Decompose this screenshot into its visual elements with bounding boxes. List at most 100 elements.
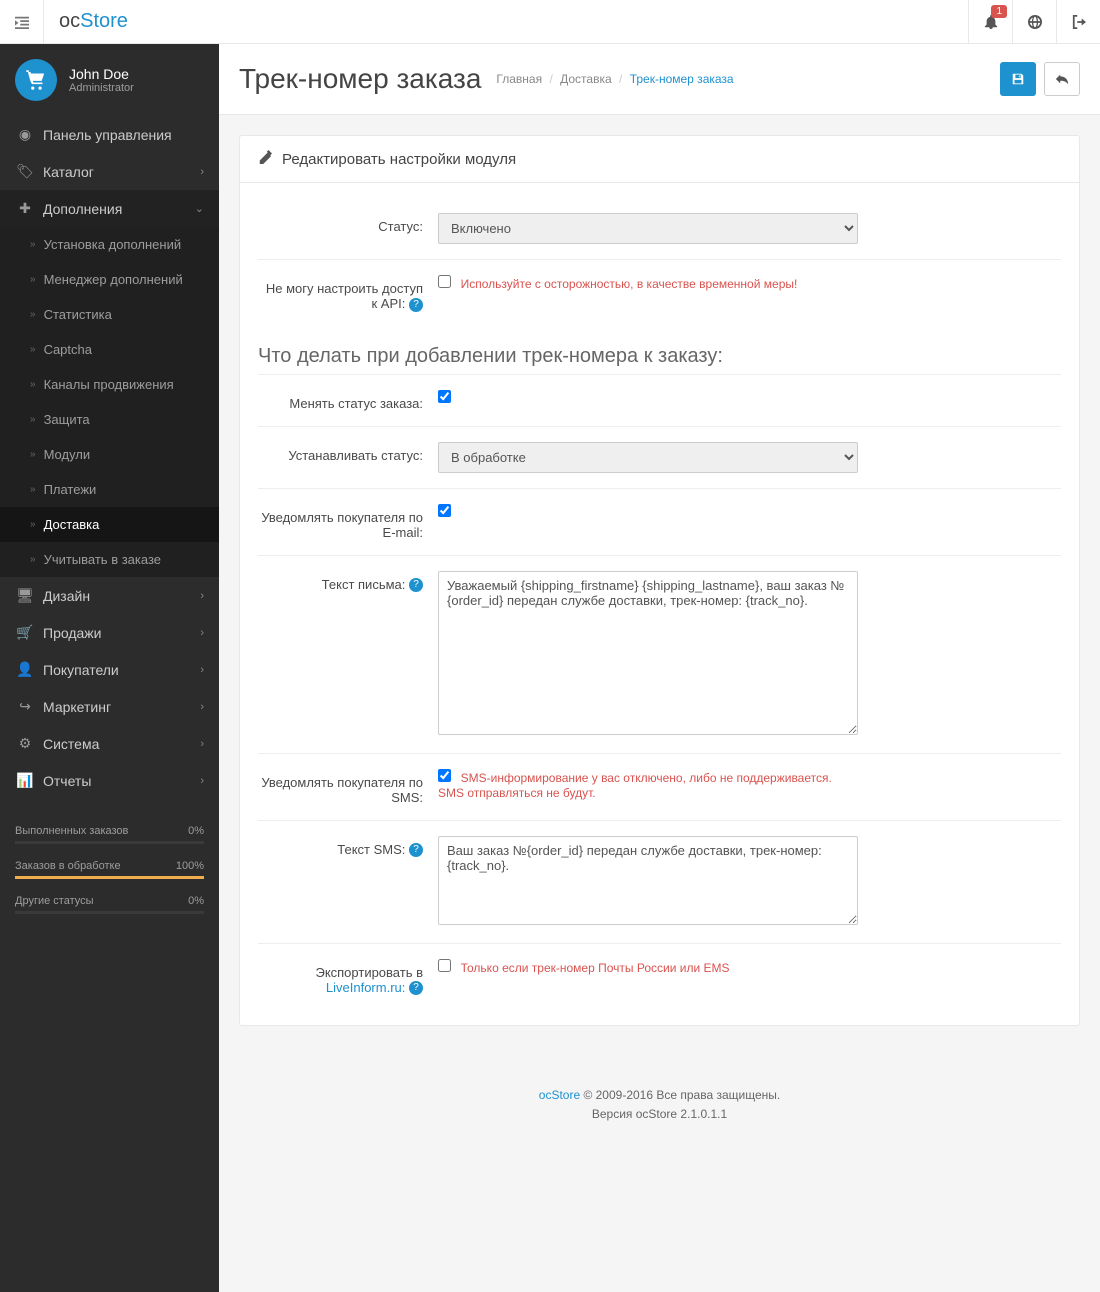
checkbox-change-status[interactable] xyxy=(438,390,451,403)
subnav-totals[interactable]: »Учитывать в заказе xyxy=(0,542,219,577)
breadcrumb-current[interactable]: Трек-номер заказа xyxy=(630,72,734,86)
notif-badge: 1 xyxy=(991,5,1007,18)
help-icon[interactable]: ? xyxy=(409,578,423,592)
nav-catalog[interactable]: 🏷Каталог› xyxy=(0,153,219,190)
nav-system[interactable]: ⚙Система› xyxy=(0,725,219,762)
subnav-payments[interactable]: »Платежи xyxy=(0,472,219,507)
checkbox-notify-sms[interactable] xyxy=(438,769,451,782)
fg-notify-sms: Уведомлять покупателя по SMS: SMS-информ… xyxy=(258,753,1061,820)
chevron-icon: » xyxy=(30,519,36,530)
save-button[interactable] xyxy=(1000,62,1036,96)
sidebar: John Doe Administrator ◉Панель управлени… xyxy=(0,44,219,1292)
liveinform-link[interactable]: LiveInform.ru: xyxy=(326,980,405,995)
user-icon: 👤 xyxy=(15,661,35,678)
subnav-manager[interactable]: »Менеджер дополнений xyxy=(0,262,219,297)
chevron-right-icon: › xyxy=(200,590,204,602)
nav-design[interactable]: 🖥 Дизайн › xyxy=(0,577,219,614)
indent-icon xyxy=(15,15,29,29)
nav-customers[interactable]: 👤Покупатели› xyxy=(0,651,219,688)
nav-label: Дизайн xyxy=(43,588,90,604)
chevron-right-icon: › xyxy=(200,701,204,713)
subnav-analytics[interactable]: »Статистика xyxy=(0,297,219,332)
nav-label: Каталог xyxy=(43,164,94,180)
label-export: Экспортировать в LiveInform.ru: ? xyxy=(258,959,438,996)
subnav-shipping[interactable]: »Доставка xyxy=(0,507,219,542)
nav-label: Маркетинг xyxy=(43,699,111,715)
select-set-status[interactable]: В обработке xyxy=(438,442,858,473)
section-title: Что делать при добавлении трек-номера к … xyxy=(258,327,1061,374)
subnav-feeds[interactable]: » Каналы продвижения xyxy=(0,367,219,402)
subnav-antifraud[interactable]: »Защита xyxy=(0,402,219,437)
nav-extensions[interactable]: ✚Дополнения⌄ xyxy=(0,190,219,227)
user-profile[interactable]: John Doe Administrator xyxy=(0,44,219,116)
textarea-sms-text[interactable] xyxy=(438,836,858,925)
help-icon[interactable]: ? xyxy=(409,981,423,995)
chevron-icon: » xyxy=(30,484,36,495)
page-actions xyxy=(1000,62,1080,96)
settings-panel: Редактировать настройки модуля Статус: В… xyxy=(239,135,1080,1026)
checkbox-api[interactable] xyxy=(438,275,451,288)
subnav-captcha[interactable]: » Captcha xyxy=(0,332,219,367)
desktop-icon: 🖥 xyxy=(15,587,35,604)
checkbox-notify-email[interactable] xyxy=(438,504,451,517)
chevron-icon: » xyxy=(30,554,36,565)
subnav-label: Каналы продвижения xyxy=(44,377,174,392)
stat-bar xyxy=(15,911,204,914)
store-front-button[interactable] xyxy=(1012,0,1056,44)
notifications-button[interactable]: 1 xyxy=(968,0,1012,44)
stat-value: 0% xyxy=(188,895,204,907)
dashboard-icon: ◉ xyxy=(15,126,35,143)
footer: ocStore © 2009-2016 Все права защищены. … xyxy=(219,1046,1100,1144)
help-icon[interactable]: ? xyxy=(409,843,423,857)
main-nav: ◉Панель управления 🏷Каталог› ✚Дополнения… xyxy=(0,116,219,799)
chevron-right-icon: › xyxy=(200,738,204,750)
save-icon xyxy=(1011,72,1025,86)
chart-icon: 📊 xyxy=(15,772,35,789)
nav-label: Дополнения xyxy=(43,201,122,217)
order-stats: Выполненных заказов0% Заказов в обработк… xyxy=(15,819,204,914)
brand-oc: oc xyxy=(59,10,80,33)
header-actions: 1 xyxy=(968,0,1100,44)
subnav-label: Статистика xyxy=(44,307,112,322)
breadcrumb: Главная / Доставка / Трек-номер заказа xyxy=(496,72,733,86)
chevron-icon: » xyxy=(30,379,36,390)
chevron-right-icon: › xyxy=(200,166,204,178)
user-name: John Doe xyxy=(69,66,134,82)
page-header: Трек-номер заказа Главная / Доставка / Т… xyxy=(219,44,1100,115)
subnav-modules[interactable]: »Модули xyxy=(0,437,219,472)
avatar xyxy=(15,59,57,101)
cancel-button[interactable] xyxy=(1044,62,1080,96)
pencil-icon xyxy=(258,150,272,168)
subnav-installer[interactable]: »Установка дополнений xyxy=(0,227,219,262)
subnav-label: Менеджер дополнений xyxy=(44,272,183,287)
fg-email-text: Текст письма: ? xyxy=(258,555,1061,753)
brand[interactable]: ocStore xyxy=(44,10,143,33)
subnav-label: Установка дополнений xyxy=(44,237,182,252)
footer-brand-link[interactable]: ocStore xyxy=(539,1088,580,1102)
stat-bar xyxy=(15,876,204,879)
checkbox-export[interactable] xyxy=(438,959,451,972)
logout-button[interactable] xyxy=(1056,0,1100,44)
nav-marketing[interactable]: ↪ Маркетинг › xyxy=(0,688,219,725)
panel-heading: Редактировать настройки модуля xyxy=(240,136,1079,183)
share-icon: ↪ xyxy=(15,698,35,715)
logout-icon xyxy=(1072,15,1086,29)
cart-icon: 🛒 xyxy=(15,624,35,641)
nav-dashboard[interactable]: ◉Панель управления xyxy=(0,116,219,153)
user-role: Administrator xyxy=(69,82,134,94)
menu-toggle[interactable] xyxy=(0,0,44,44)
fg-status: Статус: Включено xyxy=(258,198,1061,259)
chevron-icon: » xyxy=(30,344,36,355)
breadcrumb-shipping[interactable]: Доставка xyxy=(560,72,612,86)
nav-reports[interactable]: 📊Отчеты› xyxy=(0,762,219,799)
nav-sales[interactable]: 🛒Продажи› xyxy=(0,614,219,651)
gear-icon: ⚙ xyxy=(15,735,35,752)
breadcrumb-home[interactable]: Главная xyxy=(496,72,542,86)
stat-value: 0% xyxy=(188,825,204,837)
textarea-email-text[interactable] xyxy=(438,571,858,735)
footer-copy: © 2009-2016 Все права защищены. xyxy=(580,1088,780,1102)
api-warning: Используйте с осторожностью, в качестве … xyxy=(461,277,798,291)
subnav-label: Captcha xyxy=(44,342,92,357)
help-icon[interactable]: ? xyxy=(409,298,423,312)
select-status[interactable]: Включено xyxy=(438,213,858,244)
